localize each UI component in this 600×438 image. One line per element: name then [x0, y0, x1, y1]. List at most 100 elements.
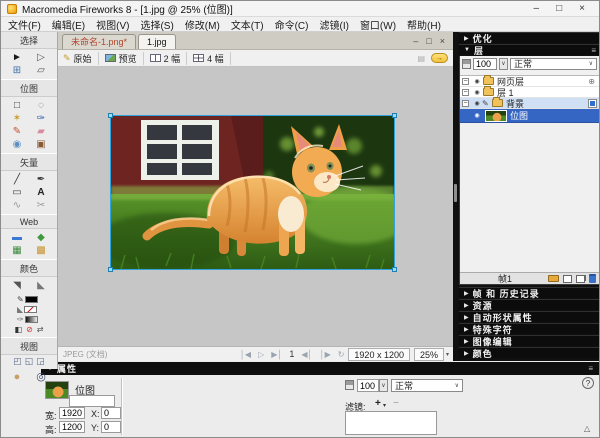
swap-colors-button[interactable]: ⇄	[37, 325, 44, 334]
expand-box-icon[interactable]: −	[462, 78, 469, 85]
visibility-eye-icon[interactable]: ◉	[472, 89, 482, 96]
first-frame-button[interactable]: │◀	[240, 350, 251, 359]
view-mode-preview[interactable]: 预览	[105, 52, 144, 65]
help-button[interactable]: ?	[582, 377, 594, 389]
zoom-level-indicator[interactable]: 25%	[414, 348, 444, 361]
colors-panel-header[interactable]: ▶ 颜色	[459, 347, 600, 358]
layer-row-layer-1[interactable]: − ◉ 层 1	[460, 87, 600, 98]
width-input[interactable]	[59, 407, 85, 419]
add-filter-button[interactable]: +	[375, 398, 381, 409]
doc-minimize-button[interactable]: –	[413, 36, 418, 46]
canvas-area[interactable]	[58, 67, 453, 346]
layer-opacity-input[interactable]	[473, 58, 497, 70]
visibility-eye-icon[interactable]: ◉	[472, 100, 482, 107]
view-mode-2up[interactable]: 2 幅	[150, 52, 188, 65]
full-screen-menus-mode-button[interactable]: ◱	[25, 357, 34, 366]
tab-1-jpg[interactable]: 1.jpg	[138, 34, 176, 49]
remove-filter-button[interactable]: −	[393, 398, 399, 409]
last-frame-button[interactable]: ▶│	[271, 350, 282, 359]
layer-row-web-layer[interactable]: − ◉ 网页层 ⊕	[460, 76, 600, 87]
zoom-tool-icon[interactable]: ◎	[33, 371, 50, 384]
line-tool-icon[interactable]: ╱	[9, 173, 26, 186]
delete-layer-icon[interactable]	[589, 274, 596, 283]
expand-box-icon[interactable]: −	[462, 89, 469, 96]
fill-color-well[interactable]: ◣	[17, 305, 41, 313]
distribute-to-frames-icon[interactable]	[548, 275, 559, 282]
subselection-tool-icon[interactable]: ▷	[33, 51, 50, 64]
frames-history-panel-header[interactable]: ▶ 帧 和 历史记录	[459, 287, 600, 298]
next-frame-button[interactable]: │▶	[320, 350, 331, 359]
paint-bucket-tool-icon[interactable]: ◣	[33, 279, 50, 292]
full-screen-mode-button[interactable]: ◲	[36, 357, 45, 366]
special-characters-panel-header[interactable]: ▶ 特殊字符	[459, 323, 600, 334]
lasso-tool-icon[interactable]: ◌	[33, 99, 50, 112]
assets-panel-header[interactable]: ▶ 资源	[459, 299, 600, 310]
height-input[interactable]	[59, 421, 85, 433]
opacity-dropdown-arrow[interactable]: ∨	[379, 379, 388, 392]
stroke-color-well[interactable]: ✎	[17, 295, 41, 303]
loop-button[interactable]: ↻	[338, 350, 345, 359]
selection-handle-bottom-left[interactable]	[108, 267, 113, 272]
blend-mode-select[interactable]: 正常 ∨	[510, 58, 597, 70]
pencil-tool-icon[interactable]: ✎	[9, 125, 26, 138]
visibility-eye-icon[interactable]: ◉	[472, 78, 482, 85]
autoshape-properties-panel-header[interactable]: ▶ 自动形状属性	[459, 311, 600, 322]
pen-tool-icon[interactable]: ✒	[33, 173, 50, 186]
close-button[interactable]: ×	[579, 1, 585, 17]
canvas-image-kitten[interactable]	[111, 116, 394, 269]
blur-tool-icon[interactable]: ◉	[9, 138, 26, 151]
distort-tool-icon[interactable]: ▱	[33, 64, 50, 77]
selection-handle-bottom-right[interactable]	[392, 267, 397, 272]
minimize-button[interactable]: –	[534, 1, 540, 17]
filters-list[interactable]	[345, 411, 437, 435]
standard-screen-mode-button[interactable]: ◰	[13, 357, 22, 366]
polygon-hotspot-tool-icon[interactable]: ◆	[33, 231, 50, 244]
doc-close-button[interactable]: ×	[440, 36, 445, 46]
property-inspector-header[interactable]: ▼ 属性 ≡	[41, 362, 599, 375]
eraser-tool-icon[interactable]: ▰	[33, 125, 50, 138]
stroke-color-swatch[interactable]	[25, 296, 38, 303]
zoom-dropdown-arrow[interactable]: ▾	[446, 351, 449, 358]
play-button[interactable]: ▷	[258, 350, 264, 359]
panel-collapse-arrow[interactable]: △	[584, 424, 590, 433]
text-tool-icon[interactable]: A	[33, 186, 50, 199]
rubber-stamp-tool-icon[interactable]: ▣	[33, 138, 50, 151]
object-name-input[interactable]	[69, 395, 115, 407]
rectangle-hotspot-tool-icon[interactable]: ▬	[9, 231, 26, 244]
menu-edit[interactable]: 编辑(E)	[52, 17, 85, 32]
maximize-button[interactable]: □	[556, 1, 562, 17]
polygon-slice-tool-icon[interactable]: ▩	[33, 244, 50, 257]
rectangle-tool-icon[interactable]: ▭	[9, 186, 26, 199]
panel-options-icon[interactable]: ≡	[591, 46, 596, 55]
optimize-panel-header[interactable]: ▶ 优化	[459, 32, 600, 43]
selection-handle-top-left[interactable]	[108, 113, 113, 118]
export-area-tool-icon[interactable]: ⊞	[9, 64, 26, 77]
new-layer-icon[interactable]	[576, 275, 585, 283]
object-blend-mode-select[interactable]: 正常 ∨	[391, 379, 463, 392]
tab-untitled-1[interactable]: 未命名-1.png*	[62, 34, 136, 49]
new-sub-layer-icon[interactable]	[563, 275, 572, 283]
menu-filters[interactable]: 滤镜(I)	[319, 17, 348, 32]
layers-panel-header[interactable]: ▼ 层 ≡	[459, 44, 600, 55]
doc-restore-button[interactable]: □	[426, 36, 431, 46]
default-colors-button[interactable]: ◧	[15, 325, 23, 334]
no-stroke-fill-button[interactable]: ⊘	[26, 325, 33, 334]
eyedropper-tool-icon[interactable]: ◥	[9, 279, 26, 292]
x-input[interactable]	[101, 407, 121, 419]
add-filter-dropdown-arrow[interactable]: ▾	[383, 402, 386, 409]
menu-modify[interactable]: 修改(M)	[185, 17, 220, 32]
fill-color-swatch[interactable]	[24, 306, 37, 313]
y-input[interactable]	[101, 421, 121, 433]
menu-file[interactable]: 文件(F)	[8, 17, 41, 32]
layer-row-bitmap[interactable]: ◉ 位图	[460, 109, 600, 123]
image-editing-panel-header[interactable]: ▶ 图像编辑	[459, 335, 600, 346]
gradient-well[interactable]: ✑	[17, 315, 41, 323]
gradient-swatch[interactable]	[25, 316, 38, 323]
previous-frame-button[interactable]: ◀│	[301, 350, 312, 359]
pointer-tool-icon[interactable]: ►	[9, 51, 26, 64]
view-mode-original[interactable]: ✎ 原始	[63, 52, 99, 65]
view-mode-4up[interactable]: 4 幅	[193, 52, 231, 65]
menu-help[interactable]: 帮助(H)	[407, 17, 441, 32]
panel-options-icon[interactable]: ≡	[588, 364, 593, 373]
brush-tool-icon[interactable]: ✑	[33, 112, 50, 125]
